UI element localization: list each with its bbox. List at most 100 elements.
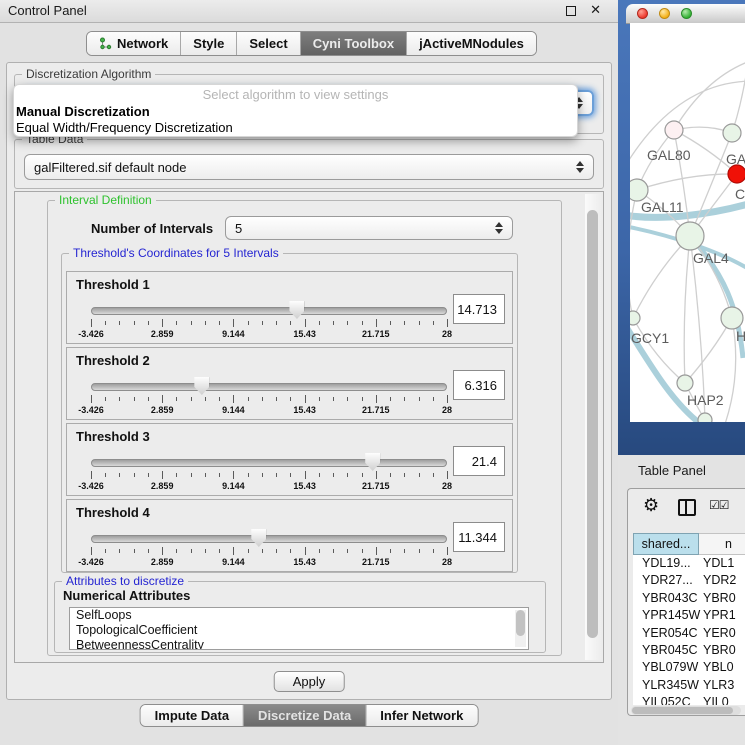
zoom-traffic-light[interactable] (681, 8, 692, 19)
network-node[interactable] (698, 413, 712, 422)
threshold-slider[interactable]: -3.4262.8599.14415.4321.71528 (91, 380, 447, 418)
slider-ticks (91, 319, 447, 328)
slider-track[interactable] (91, 535, 447, 543)
tab-cyni-toolbox[interactable]: Cyni Toolbox (301, 32, 407, 55)
minimize-traffic-light[interactable] (659, 8, 670, 19)
tick-mark (205, 397, 206, 401)
vertical-scrollbar-thumb[interactable] (587, 210, 598, 638)
network-node[interactable] (676, 222, 704, 250)
threshold-slider[interactable]: -3.4262.8599.14415.4321.71528 (91, 532, 447, 570)
network-node[interactable] (677, 375, 693, 391)
tick-mark (91, 547, 92, 555)
table-row[interactable]: YBR045CYBR0 (633, 642, 745, 659)
threshold-label: Threshold 1 (76, 277, 150, 292)
tab-select[interactable]: Select (237, 32, 300, 55)
slider-track[interactable] (91, 307, 447, 315)
tick-label: 28 (442, 557, 452, 567)
network-canvas[interactable]: GAL80GACGAL11GAL4GCY1HHAP2 (630, 23, 745, 422)
tick-mark (419, 397, 420, 401)
network-node[interactable] (630, 311, 640, 325)
tick-mark (262, 397, 263, 401)
bottom-tab-discretize-data[interactable]: Discretize Data (244, 705, 366, 726)
threshold-value[interactable]: 11.344 (453, 522, 505, 552)
table-row[interactable]: YBR043CYBR0 (633, 590, 745, 607)
tick-label: 15.43 (293, 405, 316, 415)
close-icon[interactable]: ✕ (590, 2, 601, 18)
close-traffic-light[interactable] (637, 8, 648, 19)
threshold-value[interactable]: 6.316 (453, 370, 505, 400)
slider-thumb[interactable] (365, 453, 380, 471)
tick-mark (134, 321, 135, 325)
column-header-name[interactable]: n (699, 533, 745, 555)
columns-icon[interactable] (678, 499, 696, 516)
threshold-value[interactable]: 21.4 (453, 446, 505, 476)
horizontal-scrollbar-thumb[interactable] (632, 707, 733, 714)
tick-mark (276, 549, 277, 553)
cell-shared-name: YDR27... (633, 572, 699, 589)
cell-name: YLR3 (699, 677, 745, 694)
list-item[interactable]: TopologicalCoefficient (70, 623, 528, 638)
cell-shared-name: YBR045C (633, 642, 699, 659)
tab-network[interactable]: Network (87, 32, 181, 55)
tab-style[interactable]: Style (181, 32, 237, 55)
number-of-intervals-combobox[interactable]: 5 (225, 216, 513, 240)
table-row[interactable]: YDR27...YDR2 (633, 572, 745, 589)
threshold-slider[interactable]: -3.4262.8599.14415.4321.71528 (91, 304, 447, 342)
tab-label: Network (117, 36, 168, 51)
threshold-panel: Threshold 3-3.4262.8599.14415.4321.71528… (66, 423, 513, 496)
horizontal-scrollbar[interactable] (631, 706, 741, 715)
tick-mark (248, 397, 249, 401)
tick-label: 21.715 (362, 481, 390, 491)
tick-label: 15.43 (293, 329, 316, 339)
slider-thumb[interactable] (289, 301, 304, 319)
tick-label: 28 (442, 405, 452, 415)
slider-track[interactable] (91, 459, 447, 467)
slider-thumb[interactable] (194, 377, 209, 395)
threshold-panel: Threshold 1 -3.4262.8599.14415.4321.71528… (66, 271, 513, 344)
tick-mark (262, 473, 263, 477)
tick-mark (105, 473, 106, 477)
tick-mark (191, 397, 192, 401)
attributes-scrollbar-thumb[interactable] (516, 610, 525, 636)
threshold-label: Threshold 4 (76, 505, 150, 520)
vertical-scrollbar[interactable] (585, 194, 601, 660)
attributes-group-title: Attributes to discretize (62, 574, 188, 588)
algorithm-option-manual[interactable]: Manual Discretization (16, 104, 150, 119)
network-node[interactable] (728, 165, 745, 183)
network-node[interactable] (630, 179, 648, 201)
network-node[interactable] (721, 307, 743, 329)
cell-shared-name: YDL19... (633, 555, 699, 572)
apply-button[interactable]: Apply (274, 671, 345, 692)
network-node[interactable] (665, 121, 683, 139)
tick-mark (333, 397, 334, 401)
checkboxes-icon[interactable]: ☑☑ (709, 498, 729, 512)
table-row[interactable]: YPR145WYPR1 (633, 607, 745, 624)
table-row[interactable]: YBL079WYBL0 (633, 659, 745, 676)
tick-mark (219, 397, 220, 401)
table-row[interactable]: YIL052CYIL0 (633, 694, 745, 705)
tick-mark (276, 321, 277, 325)
table-data-combobox[interactable]: galFiltered.sif default node (24, 154, 594, 180)
list-item[interactable]: BetweennessCentrality (70, 638, 528, 650)
float-icon[interactable] (566, 6, 576, 16)
tab-jactivemnodules[interactable]: jActiveMNodules (407, 32, 536, 55)
table-row[interactable]: YLR345WYLR3 (633, 677, 745, 694)
column-header-shared-name[interactable]: shared... (633, 533, 699, 555)
bottom-tab-impute-data[interactable]: Impute Data (141, 705, 244, 726)
cell-name: YIL0 (699, 694, 745, 705)
bottom-tab-infer-network[interactable]: Infer Network (366, 705, 477, 726)
tick-mark (105, 397, 106, 401)
threshold-value[interactable]: 14.713 (453, 294, 505, 324)
gear-icon[interactable]: ⚙ (643, 494, 659, 516)
network-node[interactable] (723, 124, 741, 142)
slider-thumb[interactable] (251, 529, 266, 547)
attributes-list-scrollbar[interactable] (515, 610, 526, 647)
table-row[interactable]: YER054CYER0 (633, 625, 745, 642)
cell-shared-name: YBL079W (633, 659, 699, 676)
threshold-slider[interactable]: -3.4262.8599.14415.4321.71528 (91, 456, 447, 494)
tick-label: 15.43 (293, 557, 316, 567)
algorithm-option-equal-width[interactable]: Equal Width/Frequency Discretization (16, 120, 233, 135)
list-item[interactable]: SelfLoops (70, 608, 528, 623)
slider-track[interactable] (91, 383, 447, 391)
table-row[interactable]: YDL19...YDL1 (633, 555, 745, 572)
